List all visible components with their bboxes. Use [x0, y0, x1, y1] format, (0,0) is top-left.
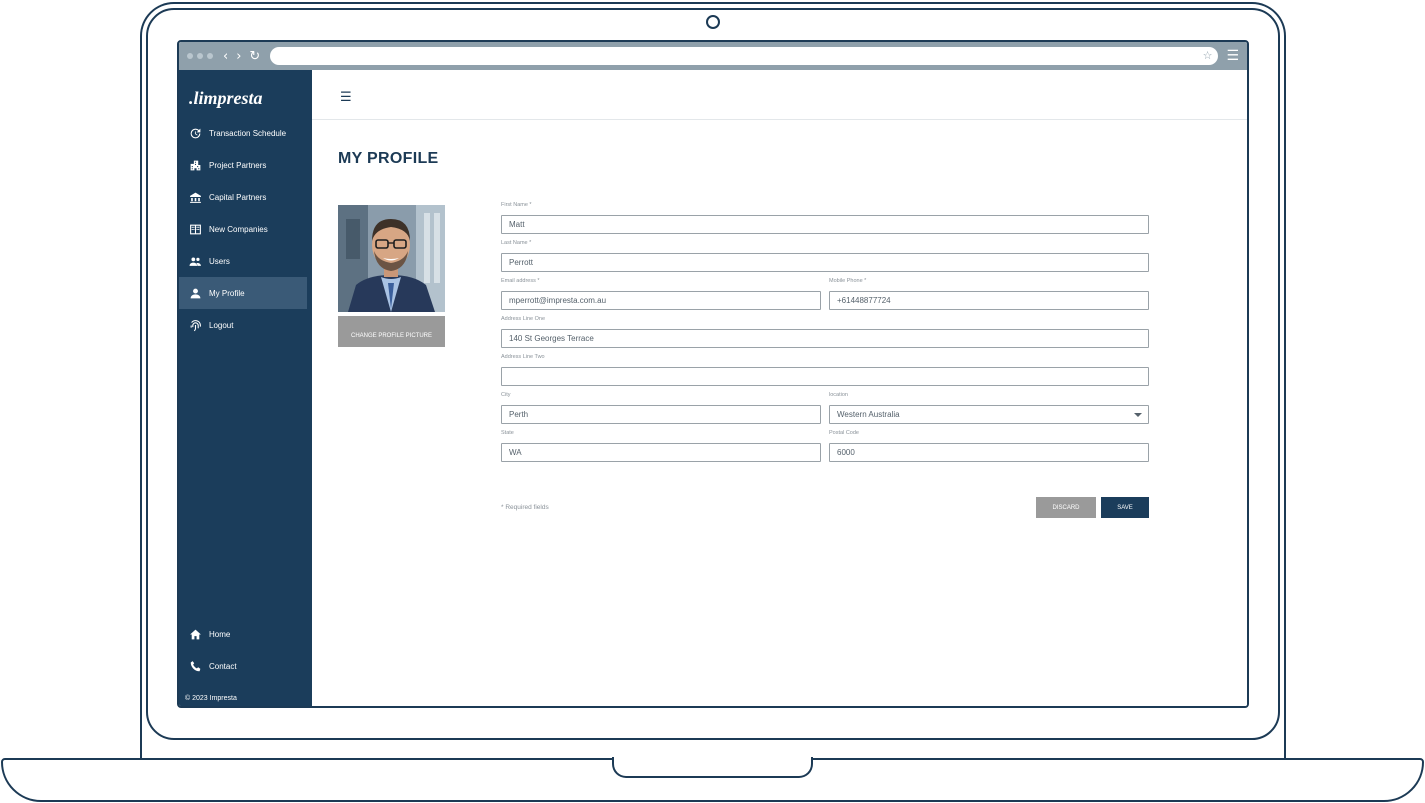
discard-button[interactable]: DISCARD: [1036, 497, 1096, 518]
sidebar-item-label: Transaction Schedule: [209, 128, 287, 138]
minimize-dot[interactable]: [197, 53, 203, 59]
email-field[interactable]: mperrott@impresta.com.au: [501, 291, 821, 310]
window-controls: [187, 53, 213, 59]
sidebar-item-label: Logout: [209, 320, 234, 330]
first-name-field[interactable]: Matt: [501, 215, 1149, 234]
postal-code-field[interactable]: 6000: [829, 443, 1149, 462]
office-building-icon: [188, 222, 202, 236]
sidebar-item-project-partners[interactable]: Project Partners: [179, 149, 307, 181]
buildings-icon: [188, 158, 202, 172]
sidebar-item-my-profile[interactable]: My Profile: [179, 277, 307, 309]
impresta-logo[interactable]: .limpresta: [189, 88, 263, 109]
sidebar-item-label: New Companies: [209, 224, 268, 234]
sidebar-item-label: Capital Partners: [209, 192, 267, 202]
person-icon: [188, 286, 202, 300]
dropdown-arrow-icon[interactable]: [1134, 413, 1142, 417]
address-line-one-field[interactable]: 140 St Georges Terrace: [501, 329, 1149, 348]
sidebar-item-logout[interactable]: Logout: [179, 309, 307, 341]
page-title: MY PROFILE: [338, 150, 439, 167]
change-profile-picture-button[interactable]: CHANGE PROFILE PICTURE: [338, 316, 445, 347]
sidebar-item-capital-partners[interactable]: Capital Partners: [179, 181, 307, 213]
required-fields-note: * Required fields: [501, 504, 549, 511]
laptop-mockup: ‹ › ↻ ☆ ☰ .limpresta Transaction Schedul…: [0, 0, 1425, 803]
sidebar-item-new-companies[interactable]: New Companies: [179, 213, 307, 245]
sidebar-item-transaction-schedule[interactable]: Transaction Schedule: [179, 117, 307, 149]
maximize-dot[interactable]: [207, 53, 213, 59]
sidebar-item-label: Contact: [209, 661, 237, 671]
mobile-phone-field[interactable]: +61448877724: [829, 291, 1149, 310]
email-label: Email address *: [501, 278, 540, 284]
reload-icon[interactable]: ↻: [249, 50, 260, 63]
hamburger-menu-icon[interactable]: ☰: [340, 91, 352, 104]
address-bar[interactable]: ☆: [270, 47, 1219, 65]
forward-icon[interactable]: ›: [236, 50, 241, 63]
address-line-two-field[interactable]: [501, 367, 1149, 386]
browser-toolbar: ‹ › ↻ ☆ ☰: [179, 42, 1247, 70]
copyright-text: © 2023 Impresta: [185, 695, 237, 702]
city-label: City: [501, 392, 511, 398]
save-button[interactable]: SAVE: [1101, 497, 1149, 518]
location-select[interactable]: Western Australia: [829, 405, 1149, 424]
bank-icon: [188, 190, 202, 204]
sidebar-item-label: Users: [209, 256, 230, 266]
profile-photo: [338, 205, 445, 312]
sidebar: .limpresta Transaction Schedule Project …: [179, 70, 312, 706]
address-line-two-label: Address Line Two: [501, 354, 545, 360]
sidebar-item-users[interactable]: Users: [179, 245, 307, 277]
sidebar-item-contact[interactable]: Contact: [179, 650, 307, 682]
bookmark-star-icon[interactable]: ☆: [1203, 49, 1213, 62]
screen: ‹ › ↻ ☆ ☰ .limpresta Transaction Schedul…: [177, 40, 1249, 708]
sidebar-item-label: My Profile: [209, 288, 245, 298]
location-label: location: [829, 392, 848, 398]
fingerprint-icon: [188, 318, 202, 332]
first-name-label: First Name *: [501, 202, 532, 208]
schedule-icon: [188, 126, 202, 140]
laptop-notch: [612, 757, 813, 778]
home-icon: [188, 627, 202, 641]
sidebar-item-label: Home: [209, 629, 231, 639]
mobile-label: Mobile Phone *: [829, 278, 867, 284]
browser-menu-icon[interactable]: ☰: [1226, 48, 1239, 64]
address-line-one-label: Address Line One: [501, 316, 546, 322]
city-field[interactable]: Perth: [501, 405, 821, 424]
sidebar-item-home[interactable]: Home: [179, 618, 307, 650]
last-name-label: Last Name *: [501, 240, 532, 246]
state-field[interactable]: WA: [501, 443, 821, 462]
main-content: ☰ MY PROFILE CHANGE PROFILE PICTURE Firs…: [312, 70, 1247, 706]
top-app-bar: ☰: [312, 70, 1247, 120]
location-selected-value: Western Australia: [837, 410, 900, 419]
close-dot[interactable]: [187, 53, 193, 59]
state-label: State: [501, 430, 514, 436]
postal-code-label: Postal Code: [829, 430, 859, 436]
users-icon: [188, 254, 202, 268]
webcam: [706, 15, 720, 29]
back-icon[interactable]: ‹: [223, 50, 228, 63]
phone-icon: [188, 659, 202, 673]
sidebar-item-label: Project Partners: [209, 160, 267, 170]
last-name-field[interactable]: Perrott: [501, 253, 1149, 272]
